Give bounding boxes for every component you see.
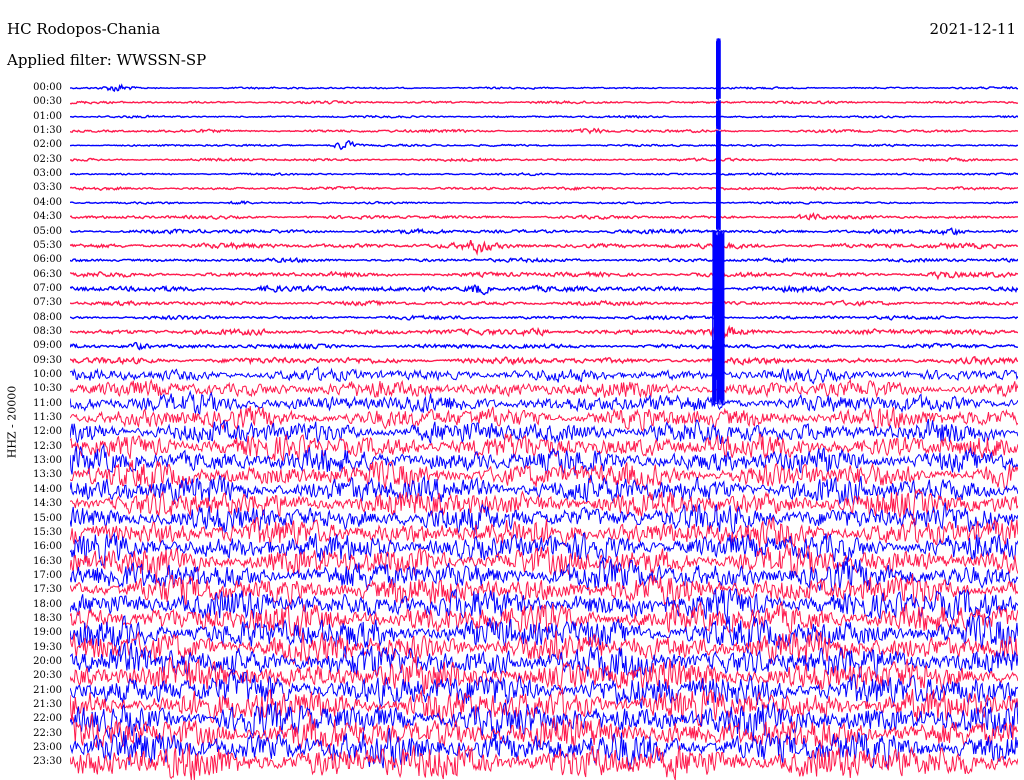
trace-row	[70, 366, 1018, 385]
time-tick-label: 10:30	[33, 383, 62, 395]
time-tick-label: 03:00	[33, 168, 62, 180]
time-tick-label: 07:30	[33, 297, 62, 309]
time-tick-label: 17:30	[33, 584, 62, 596]
time-tick-label: 18:30	[33, 612, 62, 624]
time-tick-label: 12:30	[33, 440, 62, 452]
trace-row	[70, 314, 1018, 321]
time-tick-label: 15:30	[33, 526, 62, 538]
time-tick-label: 14:30	[33, 498, 62, 510]
time-tick-label: 22:00	[33, 713, 62, 725]
time-tick-label: 11:00	[33, 397, 62, 409]
trace-row	[70, 114, 1018, 119]
time-tick-label: 19:00	[33, 627, 62, 639]
time-tick-label: 23:30	[33, 756, 62, 768]
trace-row	[70, 355, 1018, 366]
time-tick-label: 15:00	[33, 512, 62, 524]
time-tick-label: 12:00	[33, 426, 62, 438]
trace-row	[70, 99, 1018, 105]
time-tick-label: 19:30	[33, 641, 62, 653]
helicorder-plot	[70, 38, 1018, 780]
time-tick-label: 06:30	[33, 268, 62, 280]
trace-row	[70, 140, 1018, 151]
trace-row	[70, 127, 1018, 135]
time-tick-label: 14:00	[33, 483, 62, 495]
time-tick-label: 09:00	[33, 340, 62, 352]
trace-row	[70, 389, 1018, 415]
trace-row	[70, 283, 1018, 296]
time-tick-label: 21:00	[33, 684, 62, 696]
time-tick-label: 13:30	[33, 469, 62, 481]
time-tick-label: 07:00	[33, 282, 62, 294]
event-spike	[712, 38, 725, 405]
time-tick-label: 10:00	[33, 369, 62, 380]
time-tick-label: 05:30	[33, 239, 62, 251]
trace-row	[70, 443, 1018, 476]
time-tick-label: 11:30	[33, 412, 62, 424]
trace-row	[70, 270, 1018, 281]
trace-row	[70, 239, 1018, 256]
trace-row	[70, 171, 1018, 177]
trace-row	[70, 341, 1018, 351]
time-tick-label: 04:30	[33, 211, 62, 223]
trace-row	[70, 212, 1018, 221]
time-tick-labels: 00:00 00:30 01:00 01:30 02:00 02:30 03:00 03:30…	[0, 0, 64, 780]
time-tick-label: 06:00	[33, 254, 62, 266]
trace-row	[70, 200, 1018, 205]
time-tick-label: 03:30	[33, 182, 62, 194]
time-tick-label: 08:30	[33, 325, 62, 337]
time-tick-label: 21:30	[33, 699, 62, 711]
trace-row	[70, 185, 1018, 191]
time-tick-label: 04:00	[33, 196, 62, 208]
time-tick-label: 20:30	[33, 670, 62, 682]
time-tick-label: 13:00	[33, 455, 62, 467]
time-tick-label: 02:30	[33, 153, 62, 165]
trace-row	[70, 256, 1018, 264]
time-tick-label: 16:00	[33, 541, 62, 553]
time-tick-label: 23:00	[33, 742, 62, 754]
trace-row	[70, 83, 1018, 93]
time-tick-label: 18:00	[33, 598, 62, 610]
time-tick-label: 00:00	[33, 82, 62, 93]
time-tick-label: 01:00	[33, 110, 62, 122]
time-tick-label: 00:30	[33, 96, 62, 108]
trace-row	[70, 157, 1018, 163]
time-tick-label: 08:00	[33, 311, 62, 323]
time-tick-label: 05:00	[33, 225, 62, 237]
time-tick-label: 16:30	[33, 555, 62, 567]
trace-row	[70, 686, 1018, 728]
trace-row	[70, 299, 1018, 307]
time-tick-label: 02:00	[33, 139, 62, 151]
trace-row	[70, 324, 1018, 339]
time-tick-label: 01:30	[33, 125, 62, 137]
time-tick-label: 22:30	[33, 727, 62, 739]
trace-row	[70, 227, 1018, 237]
time-tick-label: 09:30	[33, 354, 62, 366]
time-tick-label: 20:00	[33, 656, 62, 667]
time-tick-label: 17:00	[33, 569, 62, 581]
